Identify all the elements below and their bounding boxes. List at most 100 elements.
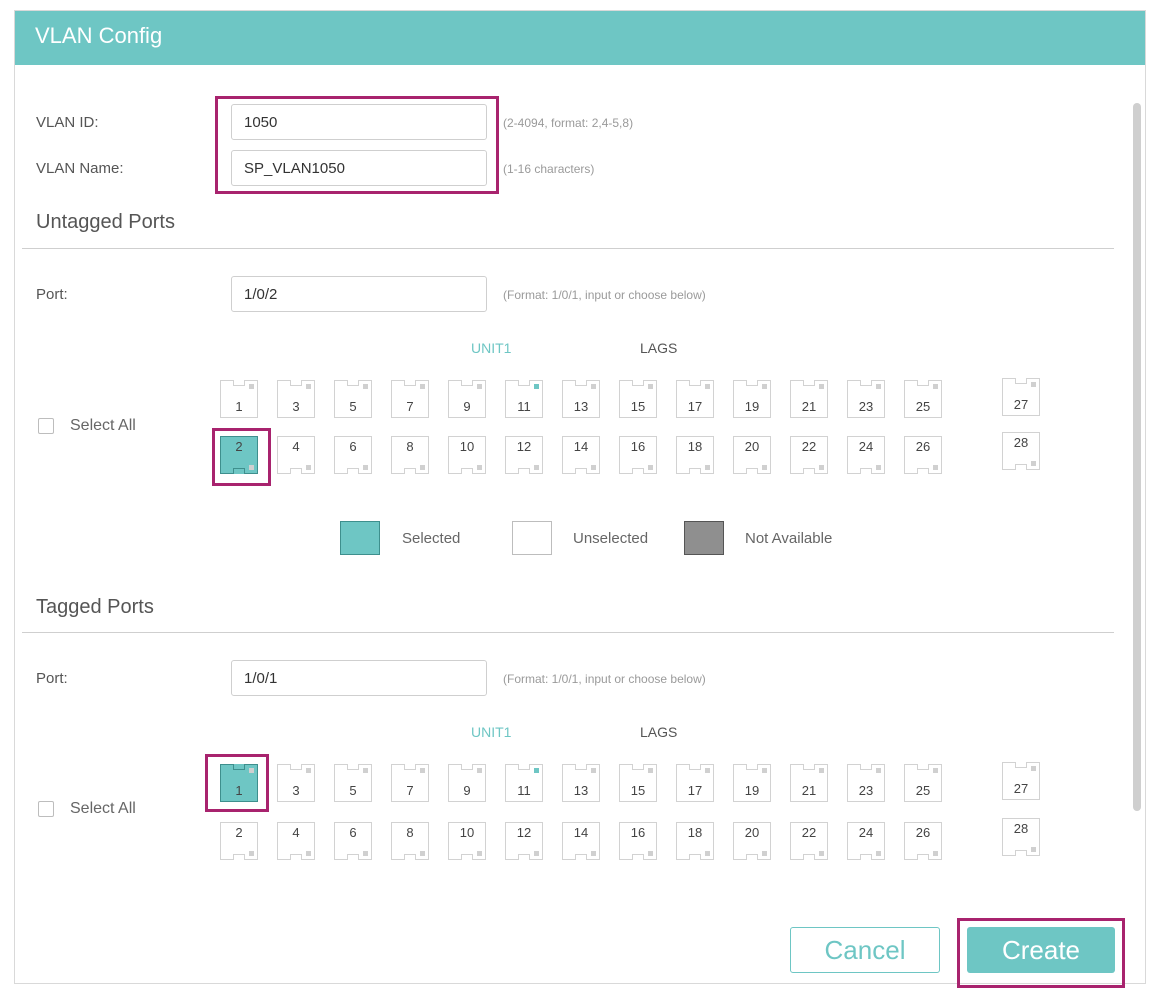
tagged-port-14[interactable]: 14 bbox=[562, 822, 600, 860]
port-status-dot bbox=[705, 851, 710, 856]
cancel-button[interactable]: Cancel bbox=[790, 927, 940, 973]
tagged-port-10[interactable]: 10 bbox=[448, 822, 486, 860]
untagged-port-4[interactable]: 4 bbox=[277, 436, 315, 474]
tagged-port-19[interactable]: 19 bbox=[733, 764, 771, 802]
port-notch bbox=[290, 380, 302, 386]
create-button-highlight bbox=[957, 918, 1125, 988]
tagged-port-28[interactable]: 28 bbox=[1002, 818, 1040, 856]
tagged-port-15[interactable]: 15 bbox=[619, 764, 657, 802]
untagged-port-17[interactable]: 17 bbox=[676, 380, 714, 418]
tagged-port-12[interactable]: 12 bbox=[505, 822, 543, 860]
port-notch bbox=[689, 764, 701, 770]
untagged-port-1[interactable]: 1 bbox=[220, 380, 258, 418]
untagged-port-12[interactable]: 12 bbox=[505, 436, 543, 474]
vlan-id-hint: (2-4094, format: 2,4-5,8) bbox=[503, 116, 634, 130]
port-status-dot bbox=[819, 384, 824, 389]
tagged-port-27[interactable]: 27 bbox=[1002, 762, 1040, 800]
tagged-port-7[interactable]: 7 bbox=[391, 764, 429, 802]
port-status-dot bbox=[306, 384, 311, 389]
tagged-port-22[interactable]: 22 bbox=[790, 822, 828, 860]
untagged-port-8[interactable]: 8 bbox=[391, 436, 429, 474]
tagged-unit-label: UNIT1 bbox=[471, 724, 512, 740]
port-status-dot bbox=[249, 768, 254, 773]
port-number: 7 bbox=[406, 399, 414, 414]
tagged-port-17[interactable]: 17 bbox=[676, 764, 714, 802]
untagged-port-3[interactable]: 3 bbox=[277, 380, 315, 418]
tagged-port-3[interactable]: 3 bbox=[277, 764, 315, 802]
untagged-port-18[interactable]: 18 bbox=[676, 436, 714, 474]
port-status-dot bbox=[420, 465, 425, 470]
port-number: 2 bbox=[235, 439, 243, 454]
port-number: 25 bbox=[915, 399, 931, 414]
untagged-port-26[interactable]: 26 bbox=[904, 436, 942, 474]
tagged-port-8[interactable]: 8 bbox=[391, 822, 429, 860]
untagged-port-6[interactable]: 6 bbox=[334, 436, 372, 474]
tagged-port-18[interactable]: 18 bbox=[676, 822, 714, 860]
tagged-port-1[interactable]: 1 bbox=[220, 764, 258, 802]
tagged-port-16[interactable]: 16 bbox=[619, 822, 657, 860]
tagged-port-5[interactable]: 5 bbox=[334, 764, 372, 802]
untagged-port-24[interactable]: 24 bbox=[847, 436, 885, 474]
tagged-port-25[interactable]: 25 bbox=[904, 764, 942, 802]
port-number: 18 bbox=[687, 439, 703, 454]
untagged-port-9[interactable]: 9 bbox=[448, 380, 486, 418]
tagged-port-20[interactable]: 20 bbox=[733, 822, 771, 860]
port-status-dot bbox=[933, 465, 938, 470]
port-status-dot bbox=[876, 851, 881, 856]
port-notch bbox=[233, 764, 245, 770]
tagged-port-9[interactable]: 9 bbox=[448, 764, 486, 802]
port-notch bbox=[575, 380, 587, 386]
untagged-port-10[interactable]: 10 bbox=[448, 436, 486, 474]
untagged-port-14[interactable]: 14 bbox=[562, 436, 600, 474]
tagged-port-11[interactable]: 11 bbox=[505, 764, 543, 802]
untagged-select-all-checkbox[interactable] bbox=[38, 418, 54, 434]
port-notch bbox=[290, 854, 302, 860]
vlan-name-hint: (1-16 characters) bbox=[503, 162, 595, 176]
tagged-port-2[interactable]: 2 bbox=[220, 822, 258, 860]
port-notch bbox=[632, 468, 644, 474]
port-status-dot bbox=[363, 384, 368, 389]
port-number: 14 bbox=[573, 439, 589, 454]
port-number: 4 bbox=[292, 825, 300, 840]
untagged-port-5[interactable]: 5 bbox=[334, 380, 372, 418]
untagged-port-19[interactable]: 19 bbox=[733, 380, 771, 418]
untagged-port-input[interactable] bbox=[231, 276, 487, 312]
untagged-port-21[interactable]: 21 bbox=[790, 380, 828, 418]
port-notch bbox=[860, 380, 872, 386]
port-notch bbox=[917, 854, 929, 860]
untagged-port-2[interactable]: 2 bbox=[220, 436, 258, 474]
untagged-port-11[interactable]: 11 bbox=[505, 380, 543, 418]
scrollbar[interactable] bbox=[1133, 103, 1141, 811]
tagged-port-24[interactable]: 24 bbox=[847, 822, 885, 860]
tagged-port-21[interactable]: 21 bbox=[790, 764, 828, 802]
port-number: 22 bbox=[801, 439, 817, 454]
port-number: 17 bbox=[687, 399, 703, 414]
untagged-port-28[interactable]: 28 bbox=[1002, 432, 1040, 470]
port-notch bbox=[689, 380, 701, 386]
tagged-port-26[interactable]: 26 bbox=[904, 822, 942, 860]
port-status-dot bbox=[819, 465, 824, 470]
port-notch bbox=[803, 854, 815, 860]
port-notch bbox=[746, 468, 758, 474]
untagged-port-25[interactable]: 25 bbox=[904, 380, 942, 418]
tagged-port-23[interactable]: 23 bbox=[847, 764, 885, 802]
tagged-port-4[interactable]: 4 bbox=[277, 822, 315, 860]
tagged-port-6[interactable]: 6 bbox=[334, 822, 372, 860]
untagged-port-20[interactable]: 20 bbox=[733, 436, 771, 474]
port-number: 6 bbox=[349, 439, 357, 454]
tagged-port-13[interactable]: 13 bbox=[562, 764, 600, 802]
untagged-port-13[interactable]: 13 bbox=[562, 380, 600, 418]
port-number: 12 bbox=[516, 825, 532, 840]
untagged-port-16[interactable]: 16 bbox=[619, 436, 657, 474]
port-notch bbox=[689, 854, 701, 860]
tagged-select-all-checkbox[interactable] bbox=[38, 801, 54, 817]
untagged-port-27[interactable]: 27 bbox=[1002, 378, 1040, 416]
tagged-port-input[interactable] bbox=[231, 660, 487, 696]
port-number: 26 bbox=[915, 439, 931, 454]
untagged-port-7[interactable]: 7 bbox=[391, 380, 429, 418]
port-status-dot bbox=[306, 851, 311, 856]
untagged-port-15[interactable]: 15 bbox=[619, 380, 657, 418]
untagged-port-23[interactable]: 23 bbox=[847, 380, 885, 418]
untagged-port-22[interactable]: 22 bbox=[790, 436, 828, 474]
tagged-ports-title: Tagged Ports bbox=[36, 596, 154, 618]
